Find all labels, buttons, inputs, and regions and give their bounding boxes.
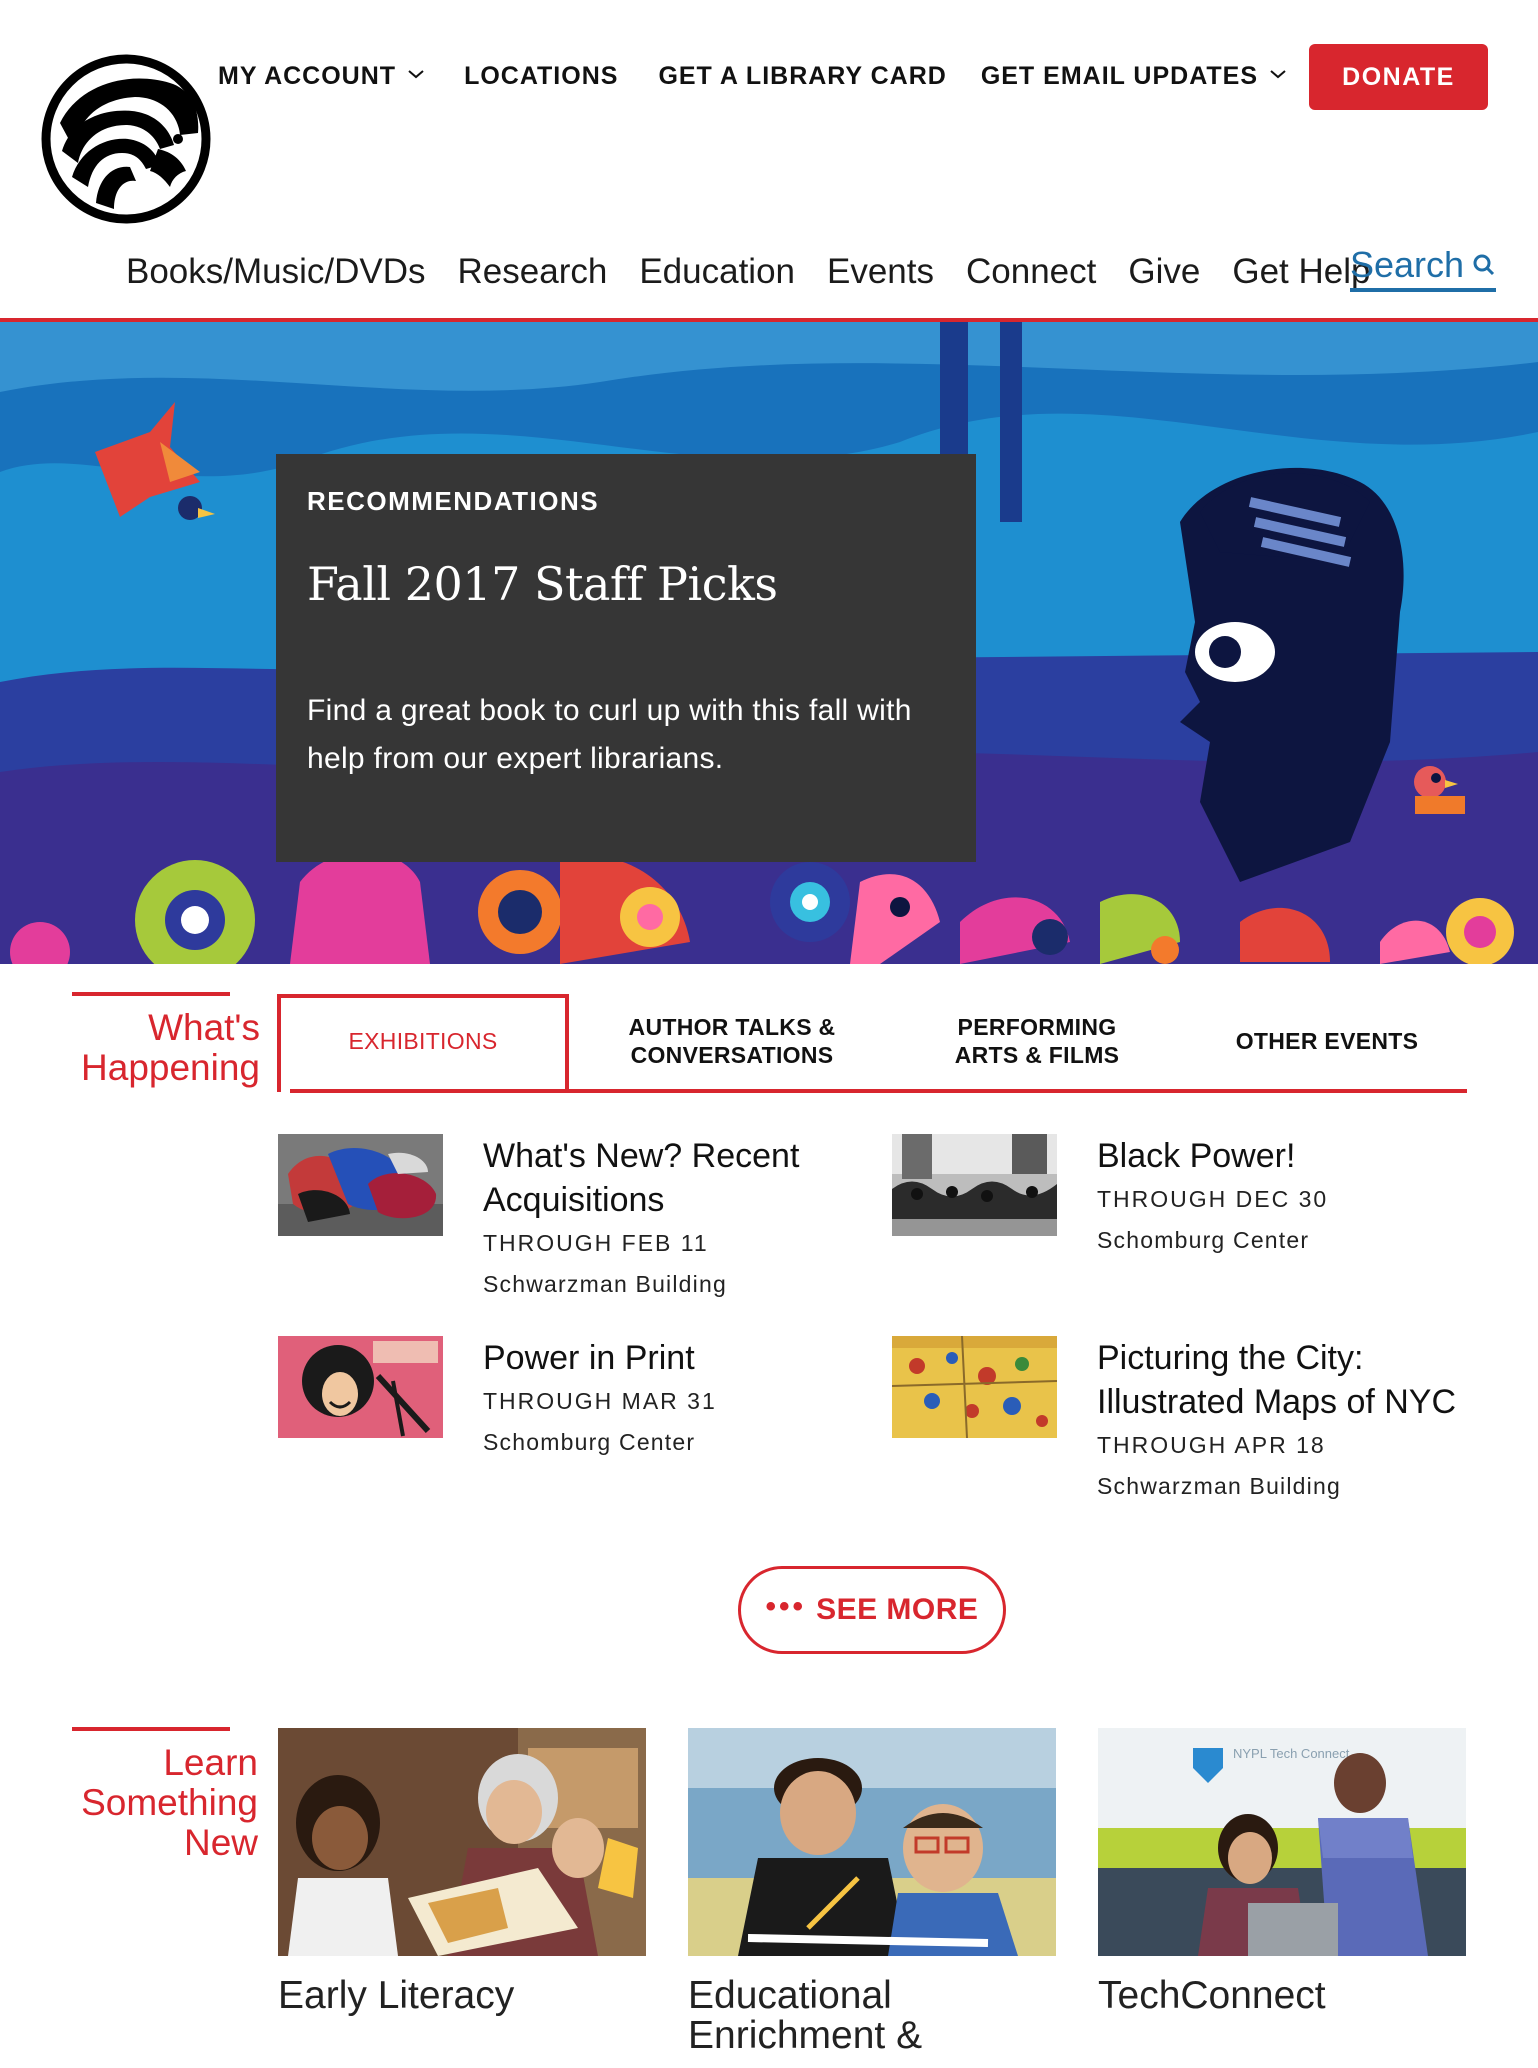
event-title-line1: Power in Print	[483, 1339, 695, 1377]
hero-card[interactable]: RECOMMENDATIONS Fall 2017 Staff Picks Fi…	[276, 454, 976, 862]
email-updates-menu[interactable]: GET EMAIL UPDATES	[981, 62, 1288, 91]
nav-research[interactable]: Research	[458, 252, 608, 292]
event-date: THROUGH MAR 31	[483, 1388, 717, 1414]
learn-card-caption[interactable]: Educational Enrichment &	[688, 1976, 1056, 2056]
learn-card[interactable]: Educational Enrichment &	[688, 1728, 1056, 2056]
donate-button[interactable]: DONATE	[1309, 44, 1488, 110]
event-title-line2: Acquisitions	[483, 1181, 665, 1219]
event-title[interactable]: What's New? Recent Acquisitions	[483, 1134, 863, 1222]
tab-performing-arts[interactable]: PERFORMING ARTS & FILMS	[887, 994, 1187, 1088]
whats-happening-heading: What's Happening	[40, 1008, 260, 1088]
nav-books-music-dvds[interactable]: Books/Music/DVDs	[126, 252, 426, 292]
event-date: THROUGH FEB 11	[483, 1230, 709, 1256]
tab-other-events[interactable]: OTHER EVENTS	[1187, 994, 1467, 1088]
learn-card-caption-line1: Educational	[688, 1974, 892, 2017]
tab-author-talks[interactable]: AUTHOR TALKS & CONVERSATIONS	[577, 994, 887, 1088]
learn-card-caption[interactable]: TechConnect	[1098, 1976, 1466, 2016]
event-date: THROUGH APR 18	[1097, 1432, 1326, 1458]
learn-card-caption-line1: Early Literacy	[278, 1974, 515, 2017]
event-card[interactable]: What's New? Recent Acquisitions THROUGH …	[278, 1134, 868, 1324]
event-title-line1: Picturing the City:	[1097, 1339, 1364, 1377]
learn-card-image[interactable]	[688, 1728, 1056, 1956]
email-updates-label: GET EMAIL UPDATES	[980, 61, 1259, 90]
locations-label: LOCATIONS	[464, 61, 619, 90]
learn-card-caption-line2: Enrichment &	[688, 2014, 923, 2057]
nav-give[interactable]: Give	[1128, 252, 1200, 292]
event-title[interactable]: Black Power!	[1097, 1134, 1477, 1178]
tab-exhibitions[interactable]: EXHIBITIONS	[277, 994, 569, 1088]
learn-card-caption[interactable]: Early Literacy	[278, 1976, 646, 2016]
ellipsis-icon: •••	[765, 1590, 807, 1623]
main-nav: Books/Music/DVDs Research Education Even…	[126, 244, 1402, 300]
nypl-lion-logo[interactable]	[40, 53, 212, 225]
locations-link[interactable]: LOCATIONS	[464, 62, 618, 91]
event-title-line1: Black Power!	[1097, 1137, 1296, 1175]
search-label: Search	[1350, 244, 1465, 285]
event-thumbnail[interactable]	[892, 1336, 1057, 1438]
tab-underline	[290, 1089, 1467, 1093]
tab-performing-arts-line2: ARTS & FILMS	[954, 1042, 1120, 1068]
hero-eyebrow: RECOMMENDATIONS	[307, 486, 600, 516]
learn-card[interactable]: NYPL Tech Connect TechConnect	[1098, 1728, 1466, 2016]
whats-happening-heading-line2: Happening	[81, 1047, 260, 1088]
learn-heading-line3: New	[183, 1822, 258, 1863]
learn-card[interactable]: Early Literacy	[278, 1728, 646, 2016]
nav-connect[interactable]: Connect	[966, 252, 1096, 292]
learn-rule	[72, 1727, 230, 1731]
tab-exhibitions-label: EXHIBITIONS	[348, 1028, 498, 1054]
nav-events[interactable]: Events	[827, 252, 934, 292]
event-location: Schomburg Center	[483, 1429, 696, 1455]
search-toggle[interactable]: Search	[1350, 244, 1497, 292]
nav-education[interactable]: Education	[639, 252, 795, 292]
tab-performing-arts-line1: PERFORMING	[957, 1014, 1117, 1040]
tab-other-events-label: OTHER EVENTS	[1235, 1028, 1419, 1054]
hero-title[interactable]: Fall 2017 Staff Picks	[307, 557, 945, 611]
event-card[interactable]: Picturing the City: Illustrated Maps of …	[892, 1336, 1482, 1526]
tab-author-talks-line1: AUTHOR TALKS &	[628, 1014, 836, 1040]
whats-happening-rule	[72, 992, 230, 996]
event-thumbnail[interactable]	[892, 1134, 1057, 1236]
get-library-card-label: GET A LIBRARY CARD	[658, 61, 947, 90]
hero-description: Find a great book to curl up with this f…	[307, 694, 912, 775]
learn-heading: Learn Something New	[40, 1743, 258, 1863]
event-thumbnail[interactable]	[278, 1336, 443, 1438]
event-location: Schomburg Center	[1097, 1227, 1310, 1253]
event-thumbnail[interactable]	[278, 1134, 443, 1236]
utility-nav: MY ACCOUNT LOCATIONS GET A LIBRARY CARD …	[218, 56, 1288, 96]
tab-author-talks-line2: CONVERSATIONS	[630, 1042, 834, 1068]
event-title[interactable]: Picturing the City: Illustrated Maps of …	[1097, 1336, 1497, 1424]
learn-card-image[interactable]: NYPL Tech Connect	[1098, 1728, 1466, 1956]
event-card[interactable]: Power in Print THROUGH MAR 31 Schomburg …	[278, 1336, 868, 1486]
see-more-label: SEE MORE	[816, 1593, 979, 1626]
event-location: Schwarzman Building	[483, 1271, 727, 1297]
learn-card-image[interactable]	[278, 1728, 646, 1956]
learn-heading-line1: Learn	[163, 1742, 258, 1783]
my-account-menu[interactable]: MY ACCOUNT	[218, 62, 426, 91]
learn-card-caption-line1: TechConnect	[1098, 1974, 1326, 2017]
event-title[interactable]: Power in Print	[483, 1336, 863, 1380]
chevron-down-icon	[1270, 70, 1286, 79]
event-date: THROUGH DEC 30	[1097, 1186, 1329, 1212]
event-card[interactable]: Black Power! THROUGH DEC 30 Schomburg Ce…	[892, 1134, 1482, 1284]
my-account-label: MY ACCOUNT	[218, 61, 397, 90]
get-library-card-link[interactable]: GET A LIBRARY CARD	[658, 62, 946, 91]
see-more-button[interactable]: ••• SEE MORE	[738, 1566, 1006, 1654]
learn-heading-line2: Something	[81, 1782, 258, 1823]
tech-connect-sign: NYPL Tech Connect	[1233, 1746, 1350, 1761]
event-title-line1: What's New? Recent	[483, 1137, 800, 1175]
event-title-line2: Illustrated Maps of NYC	[1097, 1383, 1457, 1421]
chevron-down-icon	[408, 70, 424, 79]
whats-happening-heading-line1: What's	[148, 1007, 260, 1048]
search-icon	[1473, 254, 1495, 276]
hero-banner[interactable]: RECOMMENDATIONS Fall 2017 Staff Picks Fi…	[0, 322, 1538, 964]
event-location: Schwarzman Building	[1097, 1473, 1341, 1499]
event-tabs: EXHIBITIONS AUTHOR TALKS & CONVERSATIONS…	[277, 994, 1467, 1093]
